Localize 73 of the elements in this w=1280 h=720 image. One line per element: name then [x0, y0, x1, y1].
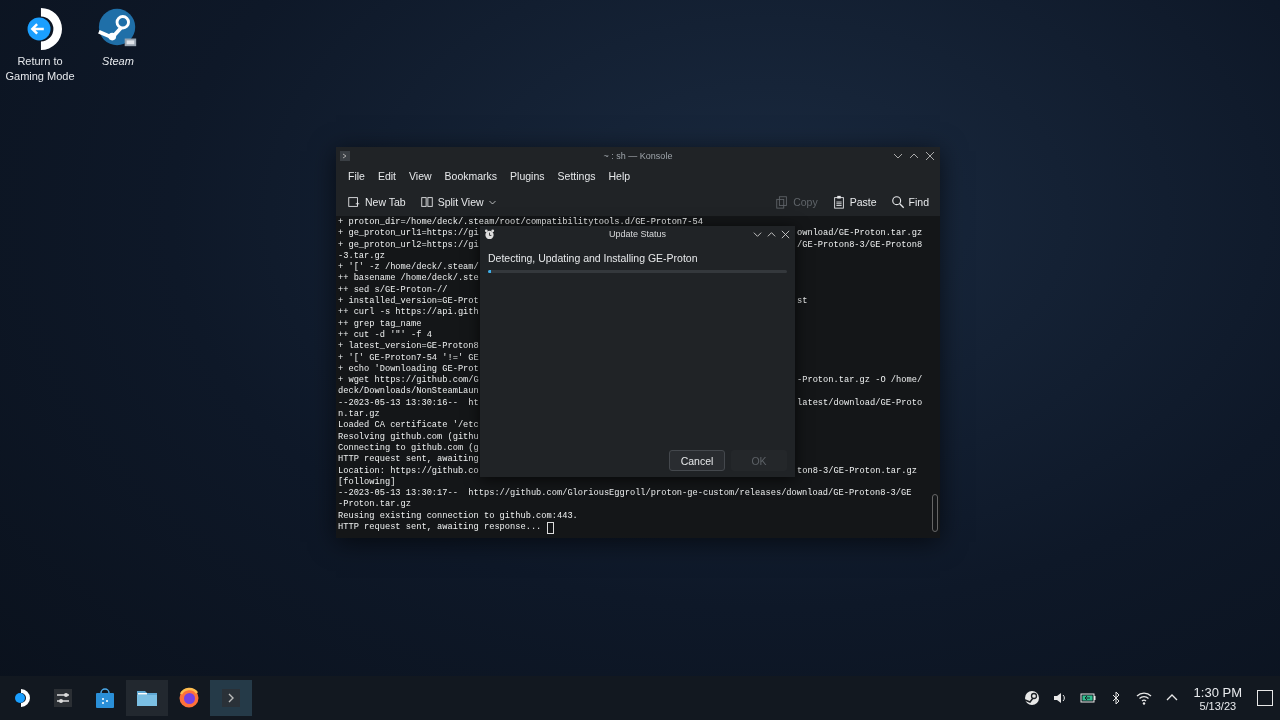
terminal-line: -Proton.tar.gz	[338, 499, 411, 511]
terminal-line: Resolving github.com (githu	[338, 431, 479, 443]
clipboard-icon	[831, 195, 846, 209]
menu-item[interactable]: Help	[602, 167, 637, 185]
terminal-line: ++ sed s/GE-Proton-//	[338, 284, 448, 296]
terminal-line: ton8-3/GE-Proton.tar.gz	[797, 465, 917, 477]
terminal-line: Location: https://github.co	[338, 465, 479, 477]
terminal-line: + echo 'Downloading GE-Prot	[338, 363, 479, 375]
copy-icon	[775, 195, 790, 209]
terminal-line: -Proton.tar.gz -O /home/	[797, 375, 923, 387]
taskbar-button[interactable]	[126, 680, 168, 716]
toolbar-button[interactable]: New Tab	[342, 192, 411, 212]
terminal-line: HTTP request sent, awaiting	[338, 454, 479, 466]
menu-item[interactable]: View	[403, 167, 438, 185]
terminal-line: + wget https://github.com/G	[338, 375, 479, 386]
close-icon[interactable]	[780, 228, 791, 240]
alarm-clock-icon	[484, 228, 495, 240]
terminal-line: Loaded CA certificate '/etc	[338, 420, 479, 432]
speaker-icon[interactable]	[1051, 690, 1068, 706]
terminal-line: + ge_proton_url2=https://gi	[338, 239, 479, 251]
toolbar-button[interactable]: Split View	[414, 192, 502, 212]
new-tab-icon	[347, 195, 361, 209]
terminal-line: + '[' GE-Proton7-54 '!=' GE	[338, 352, 479, 364]
terminal-line: st	[797, 296, 808, 308]
show-desktop-icon[interactable]	[1256, 689, 1274, 707]
terminal-line: ++ basename /home/deck/.ste	[338, 273, 479, 285]
battery-icon[interactable]	[1079, 690, 1096, 706]
split-panes-icon	[419, 195, 434, 209]
terminal-line: Connecting to github.com (g	[338, 442, 479, 454]
terminal-line: ++ cut -d '"' -f 4	[338, 329, 432, 341]
terminal-line: Reusing existing connection to github.com:443.	[338, 510, 578, 522]
terminal-line: deck/Downloads/NonSteamLaun	[338, 386, 479, 398]
terminal-app-icon	[340, 150, 350, 161]
wifi-icon[interactable]	[1135, 690, 1152, 706]
terminal-line: [following]	[338, 476, 396, 489]
window-title: ~ : sh — Konsole	[603, 150, 673, 161]
status-message: Detecting, Updating and Installing GE-Proton	[487, 251, 699, 264]
terminal-icon	[219, 686, 243, 710]
terminal-line: --2023-05-13 13:30:16-- ht	[338, 397, 479, 410]
globe-fox-icon	[177, 686, 201, 710]
scrollbar-thumb[interactable]	[932, 494, 938, 532]
menu-item[interactable]: Settings	[551, 167, 602, 185]
clock-time[interactable]: 1:30 PM	[1193, 684, 1242, 700]
dialog-button[interactable]: Cancel	[669, 450, 725, 471]
terminal-line: HTTP request sent, awaiting response...	[338, 522, 543, 534]
terminal-line: + installed_version=GE-Prot	[338, 296, 479, 307]
close-icon[interactable]	[924, 149, 936, 162]
terminal-line: latest/download/GE-Proto	[797, 397, 923, 410]
terminal-line: ++ curl -s https://api.gith	[338, 307, 479, 319]
terminal-line: + proton_dir=/home/deck/.steam/root/compatibilitytools.d/GE-Proton7-54	[338, 217, 703, 228]
terminal-line: --2023-05-13 13:30:17-- https://github.com/GloriousEggroll/proton-ge-custom/releases/download/GE-Proton8-3/GE	[338, 488, 912, 500]
menu-item[interactable]: Bookmarks	[438, 167, 504, 185]
terminal-line: /GE-Proton8-3/GE-Proton8	[797, 239, 923, 251]
shopping-bag-icon	[93, 686, 117, 710]
clock-date[interactable]: 5/13/23	[1199, 699, 1237, 712]
terminal-line: ++ grep tag_name	[338, 318, 422, 330]
terminal-line: n.tar.gz	[338, 409, 380, 420]
sliders-icon	[51, 686, 75, 710]
terminal-line: ownload/GE-Proton.tar.gz	[797, 228, 923, 240]
search-icon	[890, 195, 905, 209]
desktop-icon-label[interactable]: Return to Gaming Mode	[4, 54, 76, 84]
terminal-line: -3.tar.gz	[338, 250, 385, 262]
menu-item[interactable]: Edit	[371, 167, 402, 185]
terminal-line: + ge_proton_url1=https://gi	[338, 228, 479, 240]
toolbar-button[interactable]: Paste	[826, 192, 882, 212]
steam-logo-icon[interactable]	[1023, 690, 1040, 706]
terminal-line: + latest_version=GE-Proton8	[338, 341, 479, 353]
dialog-title: Update Status	[608, 229, 666, 239]
toolbar-button[interactable]: Find	[885, 192, 934, 212]
menu-item[interactable]: Plugins	[504, 167, 551, 185]
terminal-line: + '[' -z /home/deck/.steam/	[338, 262, 479, 273]
desktop-icon-label[interactable]: Steam	[102, 54, 134, 69]
menu-item[interactable]: File	[342, 167, 371, 185]
